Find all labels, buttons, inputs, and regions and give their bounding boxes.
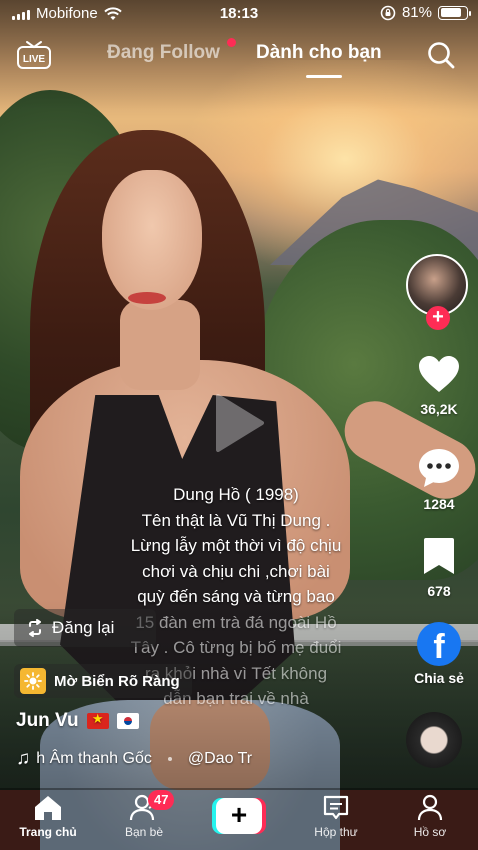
person-lips [128, 292, 166, 304]
play-icon [216, 394, 264, 452]
music-disc[interactable] [406, 712, 462, 768]
bookmark-icon [424, 538, 454, 574]
heart-icon [419, 356, 459, 392]
battery-percent: 81% [401, 4, 432, 21]
share-label: Chia sẻ [414, 670, 464, 686]
effect-icon [20, 668, 46, 694]
orientation-lock-icon [380, 5, 396, 20]
nav-home[interactable]: Trang chủ [8, 794, 88, 839]
caption-line: Tên thật là Vũ Thị Dung . [141, 510, 331, 530]
comment-count: 1284 [423, 496, 455, 512]
comment-button[interactable]: 1284 [404, 447, 474, 512]
nav-friends-label: Bạn bè [124, 825, 164, 839]
creator-username[interactable]: Jun Vu [16, 710, 139, 732]
profile-icon [417, 794, 443, 821]
friends-badge: 47 [148, 790, 175, 810]
create-button[interactable]: + [212, 798, 266, 834]
vietnam-flag-icon [86, 711, 109, 729]
nav-inbox[interactable]: Hộp thư [296, 794, 376, 839]
nav-profile[interactable]: Hồ sơ [390, 794, 470, 839]
nav-friends[interactable]: 47 Bạn bè [104, 790, 184, 839]
notification-dot [227, 38, 236, 47]
repost-button[interactable]: Đăng lại [14, 609, 156, 647]
home-icon [35, 796, 61, 820]
facebook-icon: f [417, 622, 461, 666]
comment-icon [419, 449, 459, 487]
tab-for-you[interactable]: Dành cho bạn [256, 42, 382, 64]
korea-flag-icon [116, 713, 139, 729]
inbox-icon [323, 795, 349, 820]
live-label: LIVE [23, 54, 46, 65]
caption-line: quỳ đến sáng và từng bao [137, 587, 335, 606]
repost-label: Đăng lại [52, 618, 115, 637]
effect-link[interactable]: Mờ Biển Rõ Ràng [14, 664, 192, 698]
like-button[interactable]: 36,2K [404, 354, 474, 417]
music-title: h Âm thanh Gốc [36, 750, 152, 767]
status-bar: Mobifone 18:13 81% [0, 0, 478, 28]
person-neck [120, 300, 200, 390]
separator-dot [167, 757, 172, 761]
follow-button[interactable]: + [426, 306, 450, 330]
effect-label: Mờ Biển Rõ Ràng [54, 672, 180, 690]
username-text: Jun Vu [16, 710, 79, 731]
person-face [102, 170, 202, 310]
caption-line: Dung Hồ ( 1998) [173, 485, 299, 504]
like-count: 36,2K [420, 401, 458, 417]
share-button[interactable]: f Chia sẻ [404, 622, 474, 686]
repost-icon [29, 619, 41, 637]
save-button[interactable]: 678 [404, 536, 474, 599]
tab-following[interactable]: Đang Follow [107, 42, 220, 64]
nav-inbox-label: Hộp thư [314, 825, 358, 839]
plus-icon: + [216, 798, 262, 834]
caption-line: Lừng lẫy một thời vì độ chịu [130, 536, 342, 555]
live-button[interactable]: LIVE [16, 40, 52, 70]
caption-line: chơi và chịu chi ,chơi bài [142, 561, 330, 581]
active-tab-indicator [306, 75, 342, 78]
facebook-letter: f [433, 628, 445, 666]
battery-icon [438, 5, 471, 20]
music-note-icon: ♫ [16, 748, 31, 769]
battery-fill [440, 8, 461, 17]
nav-home-label: Trang chủ [19, 825, 77, 839]
music-artist: @Dao Tr [187, 750, 253, 767]
save-count: 678 [427, 583, 451, 599]
search-icon[interactable] [426, 40, 456, 70]
nav-profile-label: Hồ sơ [413, 825, 447, 839]
music-info[interactable]: ♫ h Âm thanh Gốc @Dao Tr [16, 748, 252, 770]
